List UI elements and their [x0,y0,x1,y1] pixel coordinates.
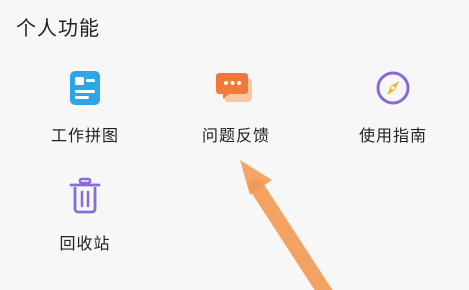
section-title: 个人功能 [16,16,100,40]
compass-icon [373,68,413,108]
chat-bubble-icon [216,68,256,108]
feature-label: 使用指南 [358,126,427,145]
feature-label: 问题反馈 [201,126,270,145]
puzzle-card-icon [65,68,105,108]
feature-feedback[interactable]: 问题反馈 [166,68,306,168]
trash-icon [65,176,105,216]
feature-recycle-bin[interactable]: 回收站 [15,176,155,276]
feature-label: 回收站 [59,234,111,253]
feature-label: 工作拼图 [50,126,119,145]
feature-work-puzzle[interactable]: 工作拼图 [15,68,155,168]
feature-user-guide[interactable]: 使用指南 [323,68,463,168]
